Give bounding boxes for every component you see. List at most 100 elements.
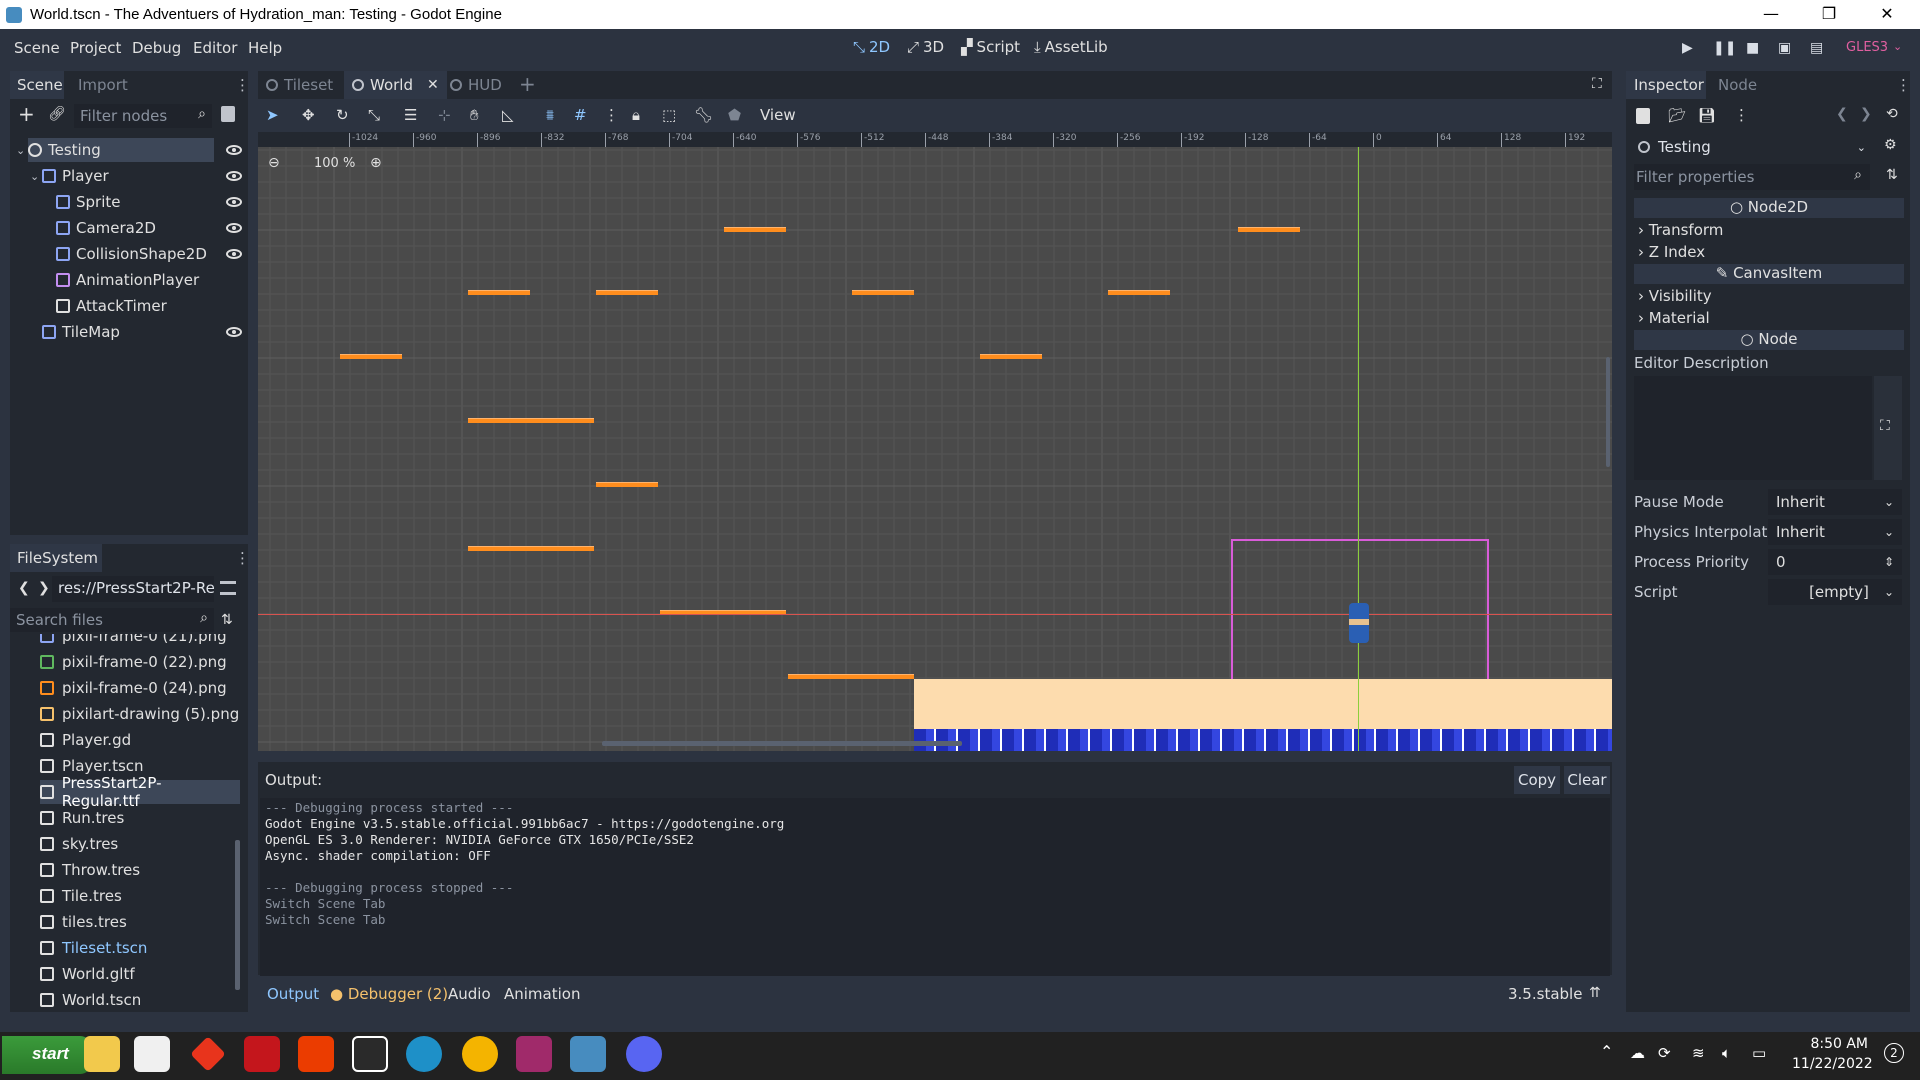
- visibility-eye-icon[interactable]: [226, 249, 242, 259]
- scene-tree-node[interactable]: AttackTimer: [56, 294, 286, 318]
- inspected-object-select[interactable]: Testing ⌄: [1634, 134, 1870, 160]
- split-mode-icon[interactable]: [220, 581, 236, 595]
- platform-tile[interactable]: [468, 290, 530, 295]
- play-scene-icon[interactable]: ▣: [1778, 40, 1791, 56]
- property-value[interactable]: Inherit ⌄: [1768, 489, 1902, 515]
- bottom-tab-animation[interactable]: Animation: [504, 985, 580, 1003]
- link-icon[interactable]: 🔗︎: [48, 106, 66, 122]
- dock-menu-icon[interactable]: ⋮: [235, 76, 250, 94]
- instance-scene-icon[interactable]: [221, 106, 235, 122]
- player-sprite[interactable]: [1349, 603, 1369, 643]
- view-menu[interactable]: View: [760, 106, 796, 124]
- move-mode-icon[interactable]: ✥: [302, 106, 315, 124]
- workspace-3d-button[interactable]: ⤢ 3D: [907, 38, 944, 56]
- tab-filesystem[interactable]: FileSystem: [10, 544, 102, 572]
- platform-tile[interactable]: [340, 354, 402, 359]
- history-back-icon[interactable]: ❮: [1836, 106, 1848, 122]
- snap-options-icon[interactable]: ⋮: [604, 106, 619, 124]
- resource-menu-icon[interactable]: ⋮: [1734, 106, 1749, 124]
- zoom-in-icon[interactable]: ⊕: [370, 155, 382, 171]
- tray-chevron-icon[interactable]: ⌃: [1600, 1042, 1613, 1061]
- menu-help[interactable]: Help: [248, 39, 282, 57]
- tab-node[interactable]: Node: [1718, 76, 1757, 94]
- platform-tile[interactable]: [468, 546, 594, 551]
- scene-tab-world[interactable]: World ✕: [344, 71, 447, 99]
- tab-import[interactable]: Import: [78, 76, 128, 94]
- property-value[interactable]: 0 ⇕: [1768, 549, 1902, 575]
- renderer-select[interactable]: GLES3: [1846, 40, 1888, 55]
- object-tools-icon[interactable]: ⚙: [1884, 137, 1897, 153]
- sort-icon[interactable]: ⇅: [221, 612, 233, 628]
- scene-tree-node[interactable]: CollisionShape2D: [56, 242, 286, 266]
- workspace-2d-button[interactable]: ⤡ 2D: [853, 38, 890, 56]
- tab-scene[interactable]: Scene: [10, 71, 64, 99]
- file-list-item[interactable]: pixil-frame-0 (24).png: [40, 676, 227, 700]
- group-icon[interactable]: ⬚: [662, 106, 676, 124]
- visibility-eye-icon[interactable]: [226, 197, 242, 207]
- bone-options-icon[interactable]: ⬟: [728, 106, 741, 124]
- expand-panel-icon[interactable]: ⇈: [1589, 985, 1601, 1001]
- ruler-mode-icon[interactable]: ◺: [502, 106, 514, 124]
- chevron-down-icon[interactable]: ⌄: [1893, 40, 1902, 53]
- history-icon[interactable]: ⟲: [1886, 106, 1898, 122]
- file-list-item[interactable]: tiles.tres: [40, 910, 127, 934]
- fold-arrow-icon[interactable]: ⌄: [16, 144, 25, 157]
- expand-icon[interactable]: ⛶: [1880, 418, 1890, 434]
- select-mode-icon[interactable]: ➤: [266, 106, 279, 124]
- new-resource-icon[interactable]: [1636, 108, 1650, 124]
- close-window-button[interactable]: ✕: [1858, 0, 1916, 29]
- workspace-assetlib-button[interactable]: ⤓ AssetLib: [1034, 38, 1108, 56]
- godot-taskbar-icon[interactable]: [570, 1036, 606, 1072]
- platform-tile[interactable]: [788, 674, 914, 679]
- bottom-tab-audio[interactable]: Audio: [448, 985, 491, 1003]
- fold-transform[interactable]: › Transform: [1638, 221, 1723, 239]
- platform-tile[interactable]: [1238, 227, 1300, 232]
- volume-icon[interactable]: 🔈︎: [1722, 1044, 1731, 1062]
- path-field[interactable]: res://PressStart2P-Reg: [52, 576, 214, 602]
- microsoft-store-icon[interactable]: [134, 1036, 170, 1072]
- smart-snap-icon[interactable]: ⩩: [546, 106, 554, 124]
- editor-description-field[interactable]: [1634, 376, 1872, 480]
- fold-zindex[interactable]: › Z Index: [1638, 243, 1705, 261]
- filter-properties-input[interactable]: Filter properties ⌕: [1634, 164, 1870, 190]
- search-files-input[interactable]: Search files ⌕: [10, 608, 214, 632]
- file-list-item[interactable]: World.gltf: [40, 962, 135, 986]
- platform-tile[interactable]: [980, 354, 1042, 359]
- scene-tree-node[interactable]: Camera2D: [56, 216, 286, 240]
- file-list-item[interactable]: PressStart2P-Regular.ttf: [40, 774, 240, 810]
- fold-material[interactable]: › Material: [1638, 309, 1710, 327]
- clear-button[interactable]: Clear: [1564, 766, 1610, 794]
- copy-button[interactable]: Copy: [1514, 766, 1560, 794]
- start-button[interactable]: start: [2, 1036, 92, 1074]
- fold-visibility[interactable]: › Visibility: [1638, 287, 1712, 305]
- close-tab-icon[interactable]: ✕: [427, 77, 439, 93]
- workspace-script-button[interactable]: ▞ Script: [961, 38, 1020, 56]
- platform-tile[interactable]: [468, 418, 594, 423]
- file-list-item[interactable]: Run.tres: [40, 806, 124, 830]
- scene-tree-node[interactable]: ⌄ Testing: [16, 138, 242, 162]
- scale-mode-icon[interactable]: ⤡: [368, 106, 380, 124]
- chrome-icon[interactable]: [462, 1036, 498, 1072]
- edge-icon[interactable]: [406, 1036, 442, 1072]
- scene-tree-node[interactable]: Sprite: [56, 190, 286, 214]
- notification-badge[interactable]: 2: [1884, 1043, 1904, 1063]
- property-value[interactable]: [empty] ⌄: [1768, 579, 1902, 605]
- office-icon[interactable]: [298, 1036, 334, 1072]
- file-list-item[interactable]: pixil-frame-0 (21).png: [40, 634, 227, 648]
- list-select-icon[interactable]: ☰: [404, 106, 417, 124]
- property-value[interactable]: Inherit ⌄: [1768, 519, 1902, 545]
- add-scene-tab-icon[interactable]: +: [519, 72, 536, 96]
- dock-menu-icon[interactable]: ⋮: [1896, 76, 1911, 94]
- menu-scene[interactable]: Scene: [14, 39, 60, 57]
- save-resource-icon[interactable]: 💾︎: [1698, 108, 1716, 124]
- file-list-item[interactable]: sky.tres: [40, 832, 118, 856]
- pivot-mode-icon[interactable]: ⊹: [438, 106, 451, 124]
- clock-date[interactable]: 11/22/2022: [1792, 1056, 1873, 1072]
- sort-icon[interactable]: ⇅: [1886, 167, 1898, 183]
- viewport-hscrollbar[interactable]: [602, 741, 962, 746]
- scene-tree-node[interactable]: TileMap: [42, 320, 272, 344]
- battery-icon[interactable]: ▭: [1752, 1044, 1766, 1062]
- distraction-free-icon[interactable]: ⛶: [1592, 76, 1602, 92]
- platform-tile[interactable]: [596, 290, 658, 295]
- discord-icon[interactable]: [626, 1036, 662, 1072]
